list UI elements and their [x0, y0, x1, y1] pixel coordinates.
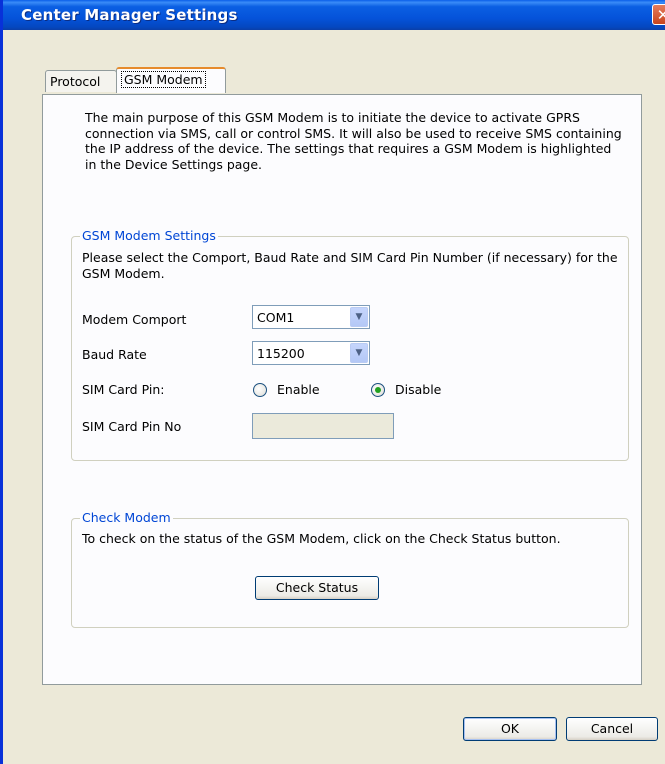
check-modem-legend: Check Modem [80, 510, 173, 525]
title-bar[interactable]: Center Manager Settings ✕ [3, 0, 665, 30]
ok-label: OK [500, 721, 520, 736]
tab-protocol-label: Protocol [50, 74, 101, 89]
sim-card-pin-no-label: SIM Card Pin No [82, 419, 182, 434]
tab-gsm-modem[interactable]: GSM Modem [116, 67, 226, 93]
close-icon: ✕ [656, 6, 665, 24]
baud-rate-label: Baud Rate [82, 347, 147, 362]
baud-rate-select[interactable]: 115200 ▼ [252, 341, 370, 365]
gsm-settings-instructions: Please select the Comport, Baud Rate and… [82, 250, 618, 281]
modem-comport-label: Modem Comport [82, 312, 187, 327]
enable-radio-label[interactable]: Enable [277, 382, 320, 397]
disable-radio[interactable] [371, 383, 385, 397]
disable-radio-label[interactable]: Disable [395, 382, 441, 397]
gsm-modem-settings-group: GSM Modem Settings Please select the Com… [71, 228, 629, 461]
tab-panel: The main purpose of this GSM Modem is to… [42, 94, 642, 685]
check-modem-group: Check Modem To check on the status of th… [71, 510, 629, 628]
dialog-window: Center Manager Settings ✕ Protocol GSM M… [0, 0, 665, 764]
sim-card-pin-no-field [252, 413, 394, 439]
cancel-label: Cancel [590, 721, 634, 736]
gsm-settings-legend: GSM Modem Settings [80, 228, 218, 243]
window-title: Center Manager Settings [21, 6, 238, 24]
description-text: The main purpose of this GSM Modem is to… [85, 110, 622, 172]
cancel-button[interactable]: Cancel [566, 717, 658, 741]
check-modem-instructions: To check on the status of the GSM Modem,… [82, 531, 561, 546]
chevron-down-icon[interactable]: ▼ [350, 307, 368, 327]
tab-protocol[interactable]: Protocol [45, 70, 117, 92]
tab-gsm-modem-label: GSM Modem [121, 71, 206, 88]
check-status-button[interactable]: Check Status [255, 576, 379, 600]
modem-comport-value: COM1 [257, 310, 295, 325]
check-status-label: Check Status [275, 580, 359, 595]
baud-rate-value: 115200 [257, 346, 305, 361]
close-button[interactable]: ✕ [652, 4, 665, 25]
chevron-down-icon[interactable]: ▼ [350, 343, 368, 363]
modem-comport-select[interactable]: COM1 ▼ [252, 305, 370, 329]
sim-card-pin-label: SIM Card Pin: [82, 382, 165, 397]
enable-radio[interactable] [253, 383, 267, 397]
ok-button[interactable]: OK [463, 717, 557, 741]
